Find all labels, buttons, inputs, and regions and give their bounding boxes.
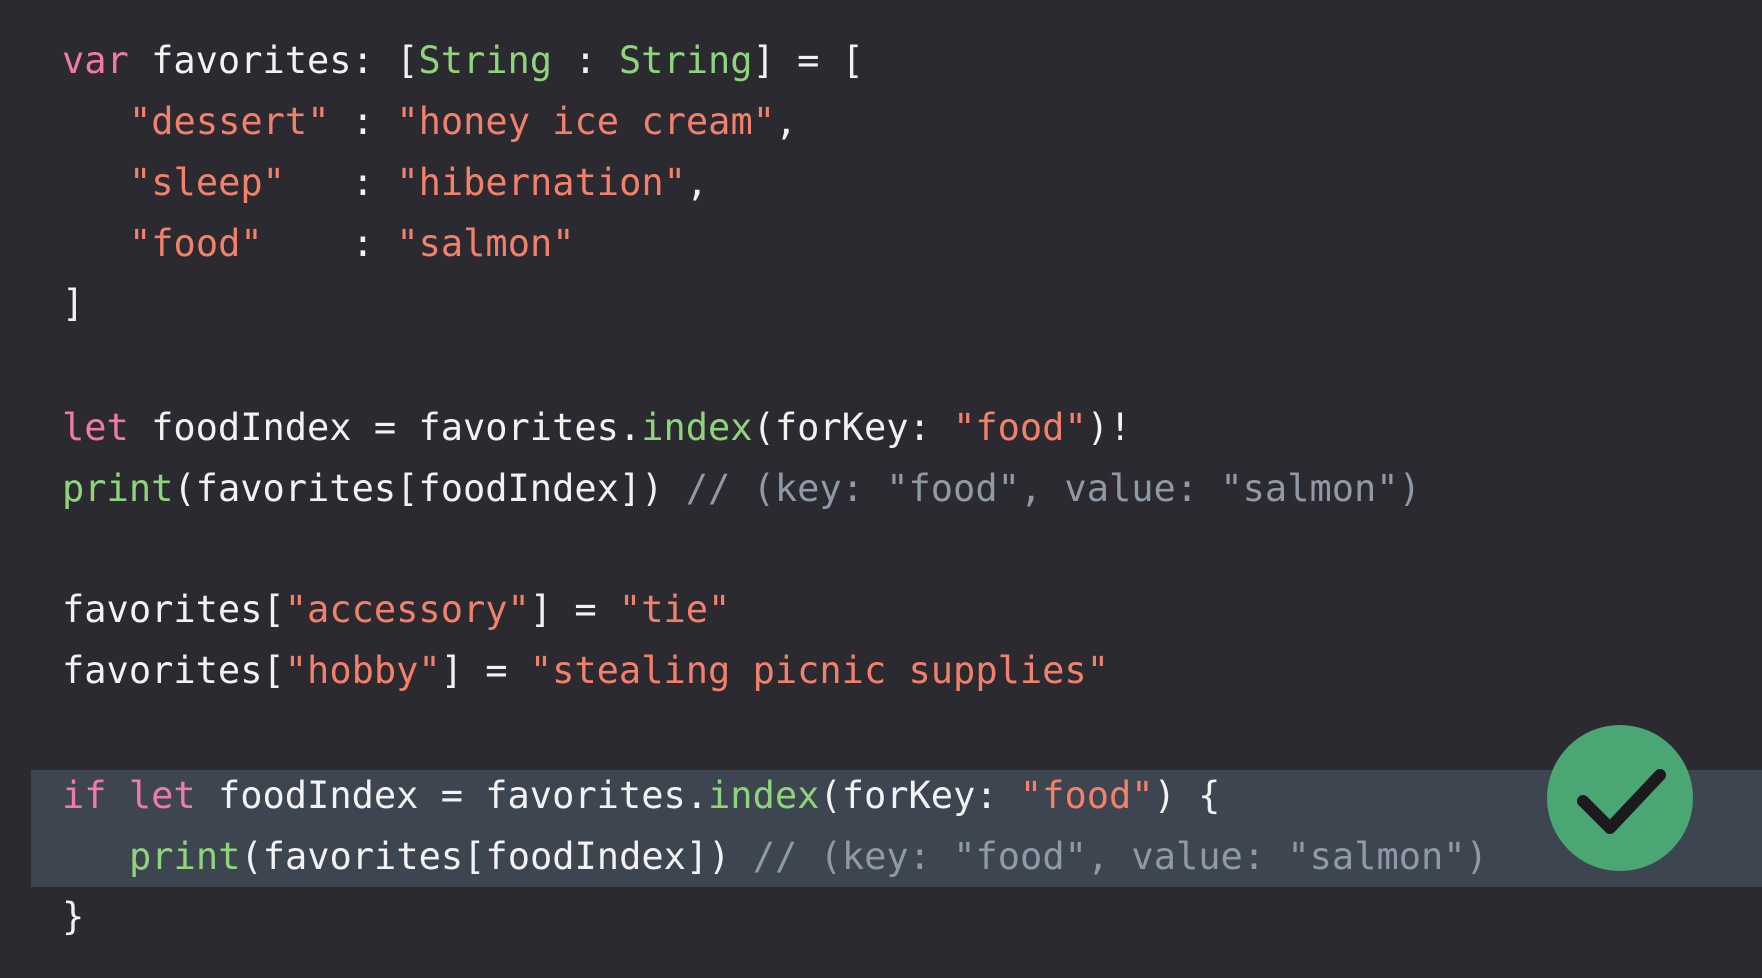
code-text: (forKey: [819,774,1020,817]
type-name: String [618,39,753,82]
function-name: index [708,774,820,817]
code-text: )! [1086,406,1132,449]
string-literal: "food" [953,406,1087,449]
function-name: index [641,406,753,449]
code-text: : [284,161,397,204]
code-text: : [552,39,619,82]
string-literal: "food" [129,222,263,265]
code-text: : [329,100,397,143]
string-literal: "hobby" [284,649,441,692]
keyword-var: var [62,39,129,82]
code-line-7: print(favorites[foodIndex]) // (key: "fo… [62,466,1421,512]
string-literal: "salmon" [396,222,575,265]
function-name: print [62,467,174,510]
code-text: favorites[ [62,649,285,692]
code-line-12: } [62,894,84,940]
keyword-if: if [62,774,107,817]
code-text: (forKey: [752,406,954,449]
keyword-let: let [128,774,196,817]
code-line-10: if let foodIndex = favorites.index(forKe… [62,773,1220,819]
code-text: , [775,100,798,143]
code-slide: var favorites: [String : String] = [ "de… [0,0,1762,978]
string-literal: "sleep" [129,161,285,204]
code-text: ] [62,282,85,325]
code-text: favorites[ [62,588,285,631]
string-literal: "hibernation" [396,161,686,204]
string-literal: "accessory" [284,588,530,631]
code-line-11: print(favorites[foodIndex]) // (key: "fo… [129,834,1488,880]
code-line-1: var favorites: [String : String] = [ [62,38,864,84]
code-text: } [62,895,85,938]
code-text: foodIndex = favorites. [195,774,709,817]
function-name: print [129,835,241,878]
string-literal: "stealing picnic supplies" [529,649,1109,692]
code-text: (favorites[foodIndex]) [173,467,664,510]
keyword-let: let [62,406,129,449]
code-line-3: "sleep" : "hibernation", [129,160,708,206]
checkmark-icon [1577,769,1666,834]
string-literal: "tie" [618,588,731,631]
code-text: (favorites[foodIndex]) [240,835,731,878]
success-badge [1547,725,1693,871]
code-comment: // (key: "food", value: "salmon") [730,835,1488,878]
code-text: ] = [440,649,530,692]
string-literal: "dessert" [129,100,330,143]
code-text: foodIndex = favorites. [128,406,642,449]
code-text: ] = [ [752,39,864,82]
code-line-8: favorites["accessory"] = "tie" [62,587,730,633]
code-text: , [685,161,709,204]
code-line-6: let foodIndex = favorites.index(forKey: … [62,405,1131,451]
code-line-9: favorites["hobby"] = "stealing picnic su… [62,648,1109,694]
code-text: ] = [529,588,619,631]
type-name: String [418,39,553,82]
code-text: ) { [1153,774,1221,817]
code-text: favorites: [ [128,39,419,82]
code-line-4: "food" : "salmon" [129,221,575,267]
string-literal: "honey ice cream" [396,100,776,143]
code-text: : [262,222,397,265]
code-line-2: "dessert" : "honey ice cream", [129,99,797,145]
code-comment: // (key: "food", value: "salmon") [663,467,1421,510]
code-line-5: ] [62,281,84,327]
string-literal: "food" [1019,774,1154,817]
